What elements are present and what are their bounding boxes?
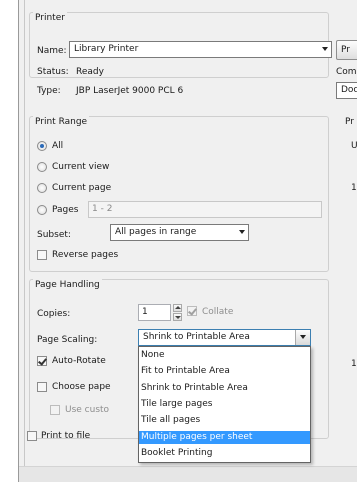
printer-type-value: JBP LaserJet 9000 PCL 6: [76, 86, 184, 96]
printer-type-label: Type:: [37, 86, 61, 96]
reverse-pages-label[interactable]: Reverse pages: [52, 249, 118, 261]
printer-name-label: Name:: [37, 46, 67, 56]
pages-range-value: 1 - 2: [92, 204, 113, 214]
subset-combo[interactable]: All pages in range: [110, 224, 249, 241]
print-to-file-label[interactable]: Print to file: [41, 430, 90, 442]
pages-range-input[interactable]: 1 - 2: [88, 201, 322, 218]
printer-status-label: Status:: [37, 67, 69, 77]
scaling-option-multiple[interactable]: Multiple pages per sheet: [139, 431, 310, 444]
page-scaling-combo[interactable]: Shrink to Printable Area: [138, 329, 311, 346]
range-current-page-radio[interactable]: [37, 183, 47, 193]
range-pages-radio[interactable]: [37, 205, 47, 215]
copies-label: Copies:: [37, 309, 71, 319]
collate-label[interactable]: Collate: [202, 306, 233, 318]
dialog-bottom-bar: [19, 466, 357, 482]
printer-group-title: Printer: [33, 12, 67, 24]
collate-checkbox[interactable]: [187, 306, 197, 316]
background-window: [0, 0, 18, 482]
range-current-page-label[interactable]: Current page: [52, 182, 111, 194]
scaling-option-shrink[interactable]: Shrink to Printable Area: [139, 382, 310, 395]
range-all-radio[interactable]: [37, 141, 47, 151]
preview-label-1b: 1: [351, 359, 357, 369]
range-current-view-radio[interactable]: [37, 162, 47, 172]
range-current-view-label[interactable]: Current view: [52, 161, 109, 173]
scaling-option-fit[interactable]: Fit to Printable Area: [139, 365, 310, 378]
page-scaling-dropdown-list: None Fit to Printable Area Shrink to Pri…: [138, 346, 311, 463]
page-scaling-dropdown-button[interactable]: [295, 330, 310, 345]
dialog-edge: [24, 0, 25, 482]
printer-name-value: Library Printer: [74, 44, 139, 54]
preview-label-u: U: [351, 141, 357, 151]
use-custom-checkbox[interactable]: [50, 405, 60, 415]
page-scaling-label: Page Scaling:: [37, 335, 98, 345]
auto-rotate-label[interactable]: Auto-Rotate: [52, 355, 138, 367]
preview-label-1a: 1: [351, 183, 357, 193]
scaling-option-none[interactable]: None: [139, 349, 310, 362]
copies-increment-icon[interactable]: [173, 304, 182, 312]
comments-label: Com: [336, 67, 357, 77]
chevron-down-icon: [239, 230, 245, 234]
printer-status-value: Ready: [76, 67, 104, 77]
print-range-group-title: Print Range: [33, 116, 90, 128]
scaling-option-tile-large[interactable]: Tile large pages: [139, 398, 310, 411]
properties-button[interactable]: Pr: [336, 40, 357, 60]
choose-paper-checkbox[interactable]: [37, 382, 47, 392]
printer-name-combo[interactable]: Library Printer: [69, 41, 332, 58]
page-scaling-value: Shrink to Printable Area: [143, 332, 250, 342]
copies-decrement-icon[interactable]: [173, 313, 182, 321]
scaling-option-booklet[interactable]: Booklet Printing: [139, 447, 310, 460]
properties-button-label: Pr: [341, 45, 350, 55]
reverse-pages-checkbox[interactable]: [37, 250, 47, 260]
range-all-label[interactable]: All: [52, 140, 63, 152]
copies-value: 1: [142, 307, 148, 317]
range-pages-label[interactable]: Pages: [52, 204, 78, 216]
copies-input[interactable]: 1: [138, 304, 171, 321]
subset-value: All pages in range: [115, 227, 197, 237]
preview-group-title: Pr: [345, 117, 354, 127]
auto-rotate-checkbox[interactable]: [37, 356, 47, 366]
chevron-down-icon: [322, 47, 328, 51]
subset-label: Subset:: [37, 230, 71, 240]
use-custom-label[interactable]: Use custo: [65, 404, 138, 416]
scaling-option-tile-all[interactable]: Tile all pages: [139, 414, 310, 427]
choose-paper-label[interactable]: Choose pape: [52, 381, 138, 393]
chevron-down-icon: [300, 335, 306, 339]
document-combo-value: Doc: [341, 85, 357, 95]
print-to-file-checkbox[interactable]: [27, 431, 37, 441]
document-combo[interactable]: Doc: [336, 82, 357, 99]
page-handling-group-title: Page Handling: [33, 279, 102, 291]
